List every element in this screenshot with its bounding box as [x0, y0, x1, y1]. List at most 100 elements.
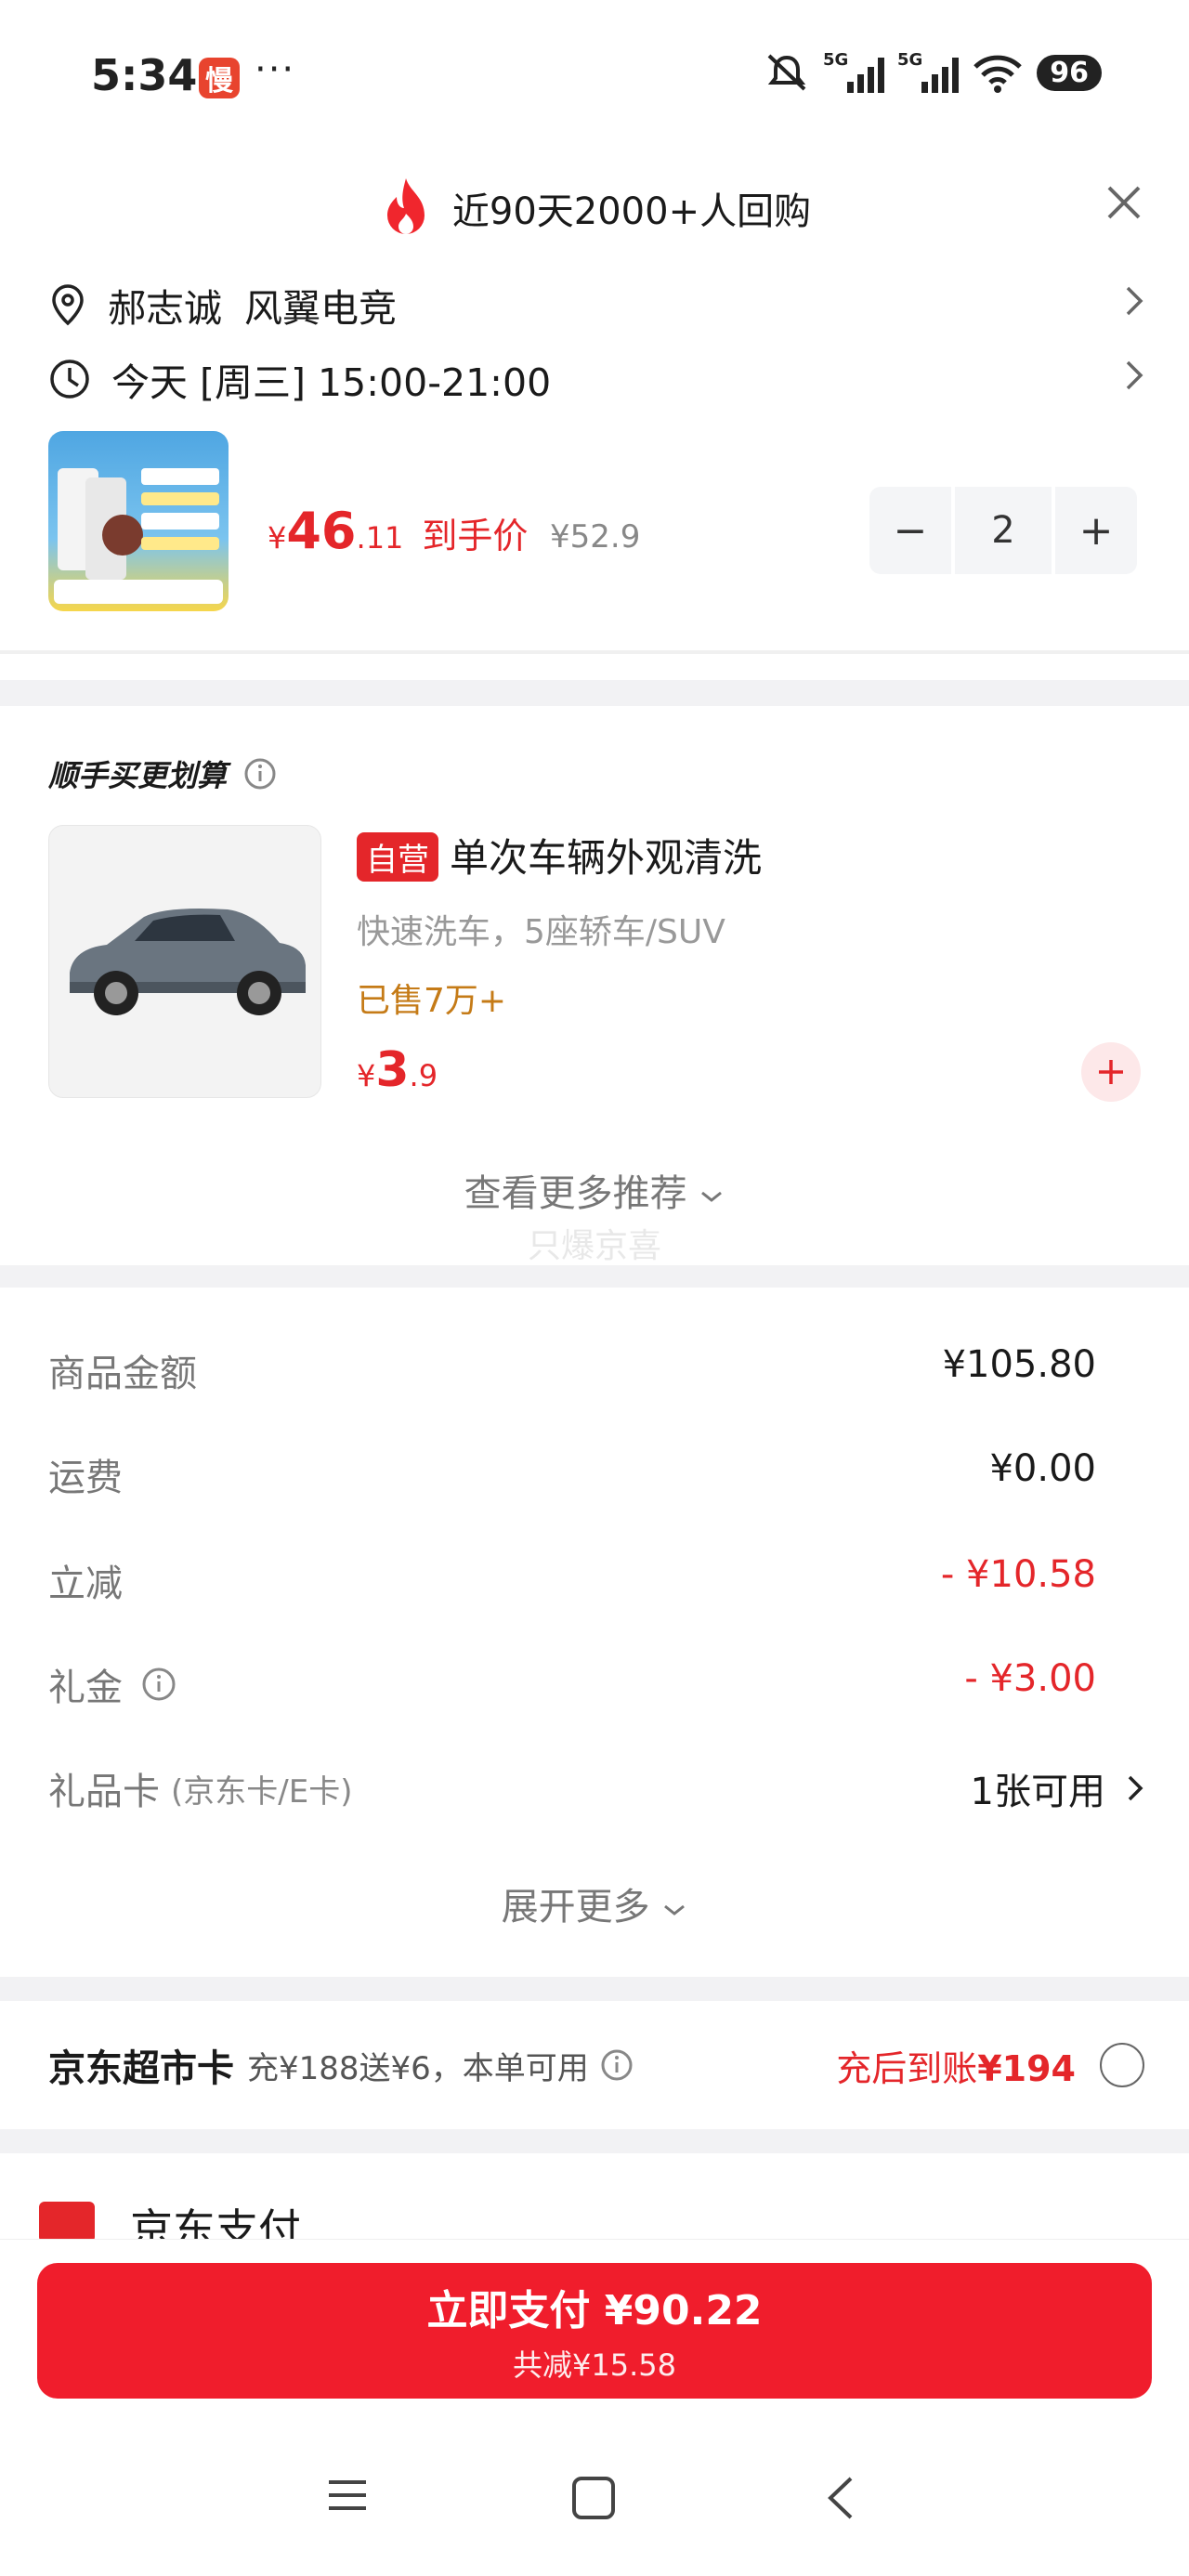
chevron-down-icon: [664, 1904, 686, 1916]
faint-watermark-text: 只爆京喜: [527, 1227, 661, 1265]
summary-row-gift-card[interactable]: 礼品卡 (京东卡/E卡) 1张可用: [48, 1761, 1144, 1815]
back-icon: [828, 2477, 853, 2519]
repurchase-banner: 近90天2000+人回购: [0, 177, 1189, 240]
address-name: 郝志诚: [108, 286, 222, 331]
pay-now-button[interactable]: 立即支付 ¥90.22 共减¥15.58: [37, 2263, 1152, 2399]
info-icon[interactable]: [600, 2048, 634, 2082]
after-recharge-amount: ¥194: [977, 2047, 1076, 2089]
info-icon[interactable]: [243, 757, 277, 791]
summary-label: 商品金额: [48, 1353, 197, 1395]
summary-value: ¥105.80: [942, 1343, 1096, 1386]
summary-value: - ¥10.58: [940, 1553, 1096, 1596]
car-icon: [70, 909, 306, 1015]
bundle-title: 顺手买更划算: [48, 758, 228, 793]
signal-5g-icon-1: 5G: [823, 50, 885, 93]
summary-sublabel: (京东卡/E卡): [171, 1772, 353, 1811]
more-recommendations-label: 查看更多推荐: [464, 1172, 687, 1215]
fire-icon: [386, 178, 425, 234]
price-decimal: .9: [409, 1058, 438, 1093]
address-row[interactable]: 郝志诚 风翼电竞: [48, 277, 1144, 333]
battery-indicator: 96: [1037, 54, 1102, 91]
summary-row-goods: 商品金额 ¥105.80: [48, 1343, 1096, 1397]
summary-row-gift-money: 礼金 - ¥3.00: [48, 1657, 1096, 1711]
summary-value: - ¥3.00: [964, 1657, 1096, 1700]
after-recharge: 充后到账¥194: [836, 2040, 1076, 2091]
mute-icon: [767, 54, 806, 91]
chevron-right-icon: [1126, 360, 1143, 390]
bundle-item-price: ¥ 3 .9: [357, 1042, 438, 1098]
status-time: 5:34: [91, 50, 198, 100]
original-price: ¥52.9: [550, 518, 641, 556]
bundle-item-sold: 已售7万+: [357, 982, 507, 1020]
add-bundle-item-button[interactable]: [1081, 1042, 1141, 1102]
clock-icon: [50, 360, 89, 399]
status-icons: 5G 5G 96: [764, 50, 1102, 95]
quantity-stepper: − 2 +: [869, 487, 1141, 574]
section-gap: [0, 1265, 1189, 1288]
signal-5g-icon-2: 5G: [897, 50, 960, 93]
nav-home-button[interactable]: [570, 2475, 617, 2525]
delivery-time-row[interactable]: 今天 [周三] 15:00-21:00: [48, 351, 1144, 407]
increase-quantity-button[interactable]: +: [1055, 487, 1137, 574]
product-image: [54, 468, 223, 604]
jd-pay-icon: [39, 2202, 95, 2243]
price-integer: 3: [375, 1042, 410, 1098]
currency-symbol: ¥: [357, 1058, 376, 1093]
gift-card-value-wrap: 1张可用: [971, 1761, 1144, 1815]
close-icon: [1107, 186, 1141, 219]
section-gap: [0, 680, 1189, 706]
more-recommendations-link[interactable]: 查看更多推荐: [0, 1163, 1189, 1217]
supermarket-card-title: 京东超市卡: [48, 2047, 234, 2090]
pay-now-label: 立即支付 ¥90.22: [426, 2287, 763, 2334]
currency-symbol: ¥: [268, 520, 287, 556]
location-pin-icon: [52, 284, 84, 326]
delivery-time: 今天 [周三] 15:00-21:00: [111, 360, 552, 405]
summary-label: 运费: [48, 1457, 123, 1499]
price-label: 到手价: [422, 516, 529, 556]
info-icon[interactable]: [141, 1667, 176, 1702]
price-decimal: .11: [356, 520, 404, 556]
nav-back-button[interactable]: [823, 2475, 856, 2525]
more-notifications-icon: ···: [255, 48, 296, 91]
summary-label: 立减: [48, 1563, 123, 1605]
total-discount-label: 共减¥15.58: [513, 2347, 676, 2383]
summary-label-wrap: 礼品卡 (京东卡/E卡): [48, 1761, 352, 1815]
summary-row-discount: 立减 - ¥10.58: [48, 1553, 1096, 1607]
summary-value: ¥0.00: [989, 1447, 1096, 1490]
quantity-value[interactable]: 2: [955, 487, 1052, 574]
chevron-right-icon: [1126, 286, 1143, 316]
product-thumbnail[interactable]: [48, 431, 229, 611]
decrease-quantity-button[interactable]: −: [869, 487, 951, 574]
after-recharge-label: 充后到账: [836, 2047, 978, 2089]
car-wash-image[interactable]: [48, 825, 321, 1098]
section-gap: [0, 1977, 1189, 2001]
svg-text:5G: 5G: [897, 50, 922, 70]
summary-label-wrap: 礼金: [48, 1657, 176, 1711]
supermarket-card-row[interactable]: 京东超市卡 充¥188送¥6，本单可用 充后到账¥194: [48, 2038, 1144, 2092]
summary-label: 礼金: [48, 1667, 123, 1709]
svg-text:5G: 5G: [823, 50, 848, 70]
supermarket-card-desc: 充¥188送¥6，本单可用: [247, 2049, 589, 2087]
plus-icon: [1099, 1060, 1123, 1084]
divider: [0, 650, 1189, 654]
chevron-right-icon: [1128, 1775, 1143, 1801]
close-button[interactable]: [1104, 182, 1144, 227]
bundle-section-title: 顺手买更划算: [48, 752, 277, 795]
summary-value: 1张可用: [970, 1771, 1105, 1813]
price-integer: 46: [286, 502, 357, 560]
supermarket-card-radio[interactable]: [1100, 2043, 1144, 2087]
product-price: ¥ 46 .11 到手价: [268, 502, 528, 560]
bundle-item-desc: 快速洗车，5座轿车/SUV: [357, 913, 725, 951]
expand-more-label: 展开更多: [501, 1886, 650, 1929]
self-operated-tag: 自营: [357, 832, 438, 882]
address-place: 风翼电竞: [244, 286, 397, 331]
home-square-icon: [572, 2477, 615, 2519]
expand-more-link[interactable]: 展开更多: [0, 1876, 1189, 1930]
nav-menu-button[interactable]: [325, 2475, 370, 2519]
header-title: 近90天2000+人回购: [451, 190, 812, 233]
menu-icon: [329, 2480, 366, 2510]
bundle-item-name[interactable]: 单次车辆外观清洗: [450, 827, 762, 883]
app-notification-badge: 慢: [199, 58, 240, 98]
summary-row-shipping: 运费 ¥0.00: [48, 1447, 1096, 1501]
wifi-icon: [973, 55, 1023, 93]
